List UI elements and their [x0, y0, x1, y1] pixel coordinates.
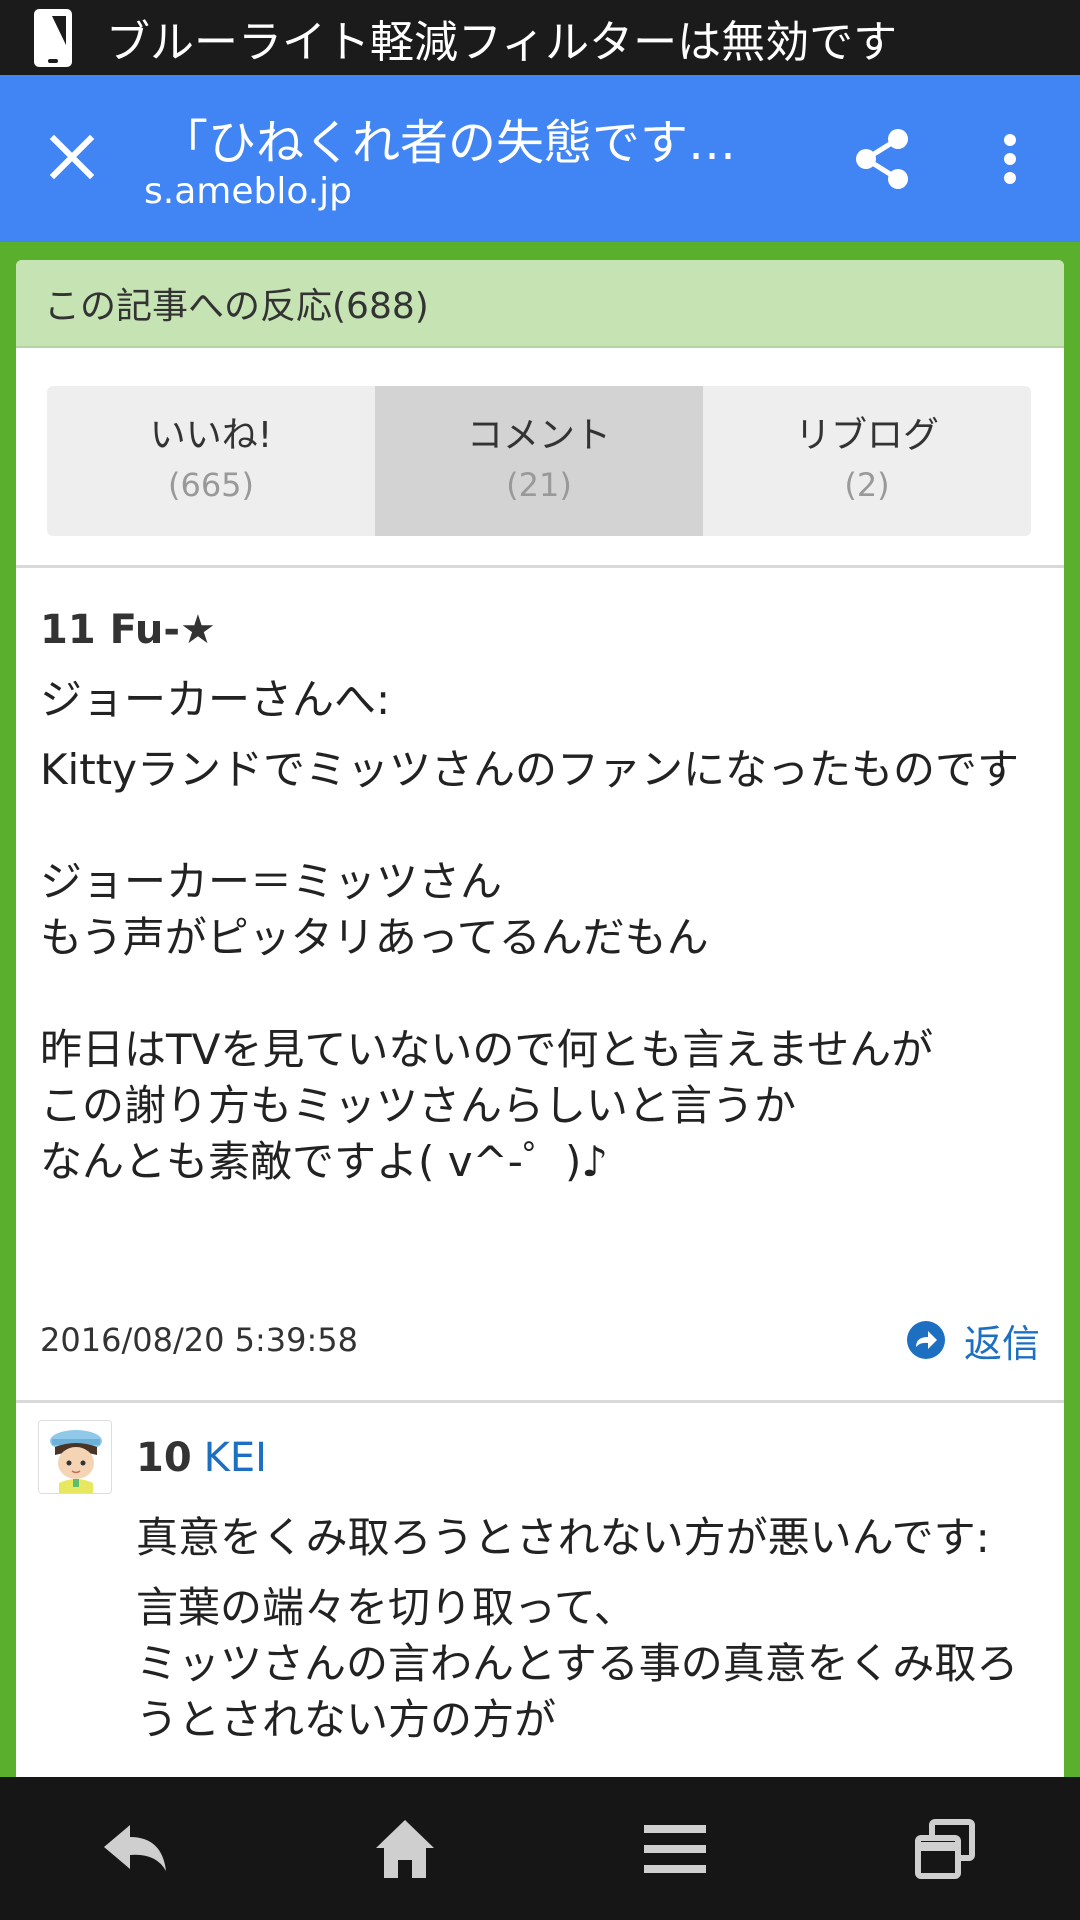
tab-label: リブログ: [794, 415, 939, 456]
phone-icon: [30, 6, 76, 70]
user-avatar-icon: [39, 1421, 111, 1493]
comment-body: 言葉の端々を切り取って、 ミッツさんの言わんとする事の真意をくみ取ろうとされない…: [136, 1583, 1019, 1744]
app-bar: 「ひねくれ者の失態です… s.ameblo.jp: [0, 75, 1080, 242]
status-text: ブルーライト軽減フィルターは無効です: [106, 16, 898, 68]
home-button[interactable]: [360, 1804, 450, 1894]
recent-apps-icon: [915, 1818, 975, 1879]
comment-item: 11 Fu-★ ジョーカーさんへ: Kittyランドでミッツさんのファンになった…: [40, 600, 1040, 1190]
more-vert-icon: [1004, 134, 1016, 184]
back-button[interactable]: [90, 1804, 180, 1894]
status-bar: ブルーライト軽減フィルターは無効です: [0, 0, 1080, 75]
comment-body: Kittyランドでミッツさんのファンになったものです ジョーカー＝ミッツさん も…: [40, 745, 1020, 1186]
reply-label: 返信: [963, 1321, 1040, 1366]
avatar[interactable]: [38, 1420, 112, 1494]
reply-button[interactable]: 返信: [906, 1313, 1040, 1368]
home-icon: [376, 1819, 434, 1878]
page-title: 「ひねくれ者の失態です…: [160, 115, 737, 171]
comment-item: 10 KEI 真意をくみ取ろうとされない方が悪いんです: 言葉の端々を切り取って、…: [136, 1428, 1036, 1748]
comment-date: 2016/08/20 5:39:58: [40, 1321, 358, 1359]
reaction-tabs: いいね! (665) コメント (21) リブログ (2): [47, 386, 1031, 536]
tab-count: (21): [506, 466, 572, 504]
reply-icon: [906, 1321, 945, 1359]
close-icon: [49, 134, 95, 180]
tab-count: (2): [844, 466, 890, 504]
comment-subject: ジョーカーさんへ:: [40, 675, 391, 724]
menu-button[interactable]: [630, 1804, 720, 1894]
close-button[interactable]: [40, 125, 104, 189]
back-arrow-icon: [104, 1824, 166, 1871]
tab-reblogs[interactable]: リブログ (2): [703, 386, 1031, 536]
tab-label: いいね!: [149, 415, 273, 456]
tab-likes[interactable]: いいね! (665): [47, 386, 375, 536]
comment-header: 10 KEI: [136, 1428, 1036, 1488]
divider: [16, 1400, 1064, 1403]
share-button[interactable]: [848, 125, 916, 193]
comment-number: 10: [136, 1435, 192, 1481]
share-icon: [856, 129, 908, 189]
page-domain: s.ameblo.jp: [144, 171, 353, 212]
comment-header: 11 Fu-★: [40, 607, 216, 653]
tab-count: (665): [167, 466, 255, 504]
navigation-bar: [0, 1777, 1080, 1920]
reactions-header: この記事への反応(688): [16, 260, 1064, 348]
menu-icon: [644, 1824, 706, 1873]
divider: [16, 565, 1064, 568]
comment-subject: 真意をくみ取ろうとされない方が悪いんです:: [136, 1513, 990, 1562]
content-frame: この記事への反応(688) いいね! (665) コメント (21) リブログ …: [0, 242, 1080, 1777]
tab-comments[interactable]: コメント (21): [375, 386, 703, 536]
recent-apps-button[interactable]: [900, 1804, 990, 1894]
comment-footer: 2016/08/20 5:39:58 返信: [40, 1310, 1040, 1370]
tab-label: コメント: [466, 415, 611, 456]
comment-username-link[interactable]: KEI: [204, 1435, 267, 1481]
reactions-card: この記事への反応(688) いいね! (665) コメント (21) リブログ …: [16, 260, 1064, 1777]
more-options-button[interactable]: [990, 125, 1030, 193]
